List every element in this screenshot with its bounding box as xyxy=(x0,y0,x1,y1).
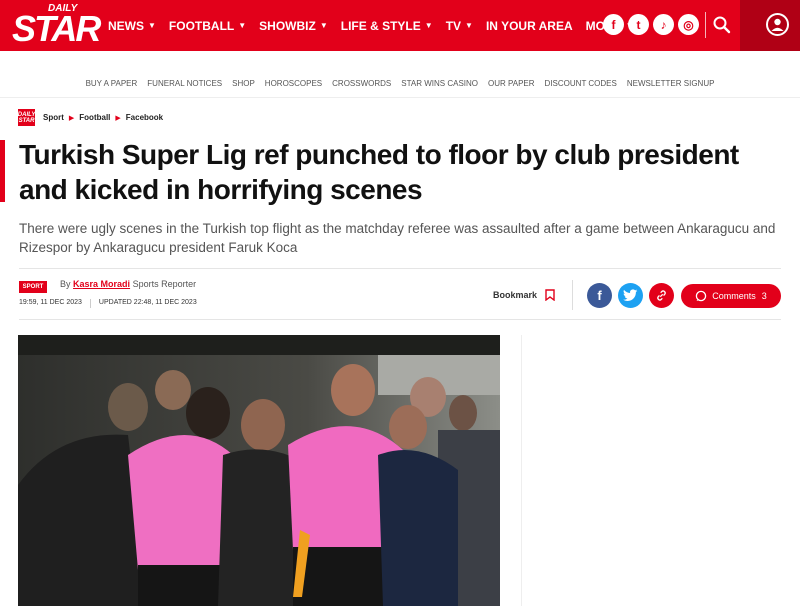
subnav-newsletter-signup[interactable]: NEWSLETTER SIGNUP xyxy=(627,79,715,88)
daily-star-logo[interactable]: DAILY STAR xyxy=(10,3,101,49)
bookmark-button[interactable]: Bookmark xyxy=(493,289,555,301)
tiktok-icon[interactable]: ♪ xyxy=(653,14,674,35)
subnav-horoscopes[interactable]: HOROSCOPES xyxy=(265,79,322,88)
byline-prefix: By xyxy=(60,279,71,289)
article-headline: Turkish Super Lig ref punched to floor b… xyxy=(19,139,739,205)
published-time: 19:59, 11 DEC 2023 xyxy=(19,299,82,306)
sport-badge: SPORT xyxy=(19,281,47,293)
nav-item-in-your-area[interactable]: IN YOUR AREA xyxy=(486,19,573,33)
twitter-icon xyxy=(623,289,638,301)
logo-star-text: STAR xyxy=(12,8,101,49)
updated-time: UPDATED 22:48, 11 DEC 2023 xyxy=(98,299,197,306)
twitter-icon[interactable]: t xyxy=(628,14,649,35)
subnav-buy-a-paper[interactable]: BUY A PAPER xyxy=(86,79,138,88)
facebook-icon[interactable]: f xyxy=(603,14,624,35)
nav-item-tv[interactable]: TV ▼ xyxy=(446,19,473,33)
comments-count: 3 xyxy=(761,291,767,301)
copy-link-button[interactable] xyxy=(649,283,674,308)
match-scene-illustration xyxy=(18,335,500,606)
search-icon[interactable] xyxy=(712,15,732,35)
author-link[interactable]: Kasra Moradi xyxy=(73,279,130,289)
chevron-right-icon: ▶ xyxy=(68,114,75,122)
nav-item-football[interactable]: FOOTBALL ▼ xyxy=(169,19,246,33)
nav-item-news[interactable]: NEWS ▼ xyxy=(108,19,156,33)
chevron-down-icon: ▼ xyxy=(424,21,433,30)
byline: By Kasra Moradi Sports Reporter xyxy=(60,279,196,289)
comments-label: Comments xyxy=(712,291,756,301)
subnav-star-wins-casino[interactable]: STAR WINS CASINO xyxy=(401,79,478,88)
share-facebook-button[interactable]: f xyxy=(587,283,612,308)
facebook-icon: f xyxy=(597,288,602,303)
subnav-divider xyxy=(0,97,800,98)
nav-item-life-style[interactable]: LIFE & STYLE ▼ xyxy=(341,19,433,33)
main-menu: NEWS ▼ FOOTBALL ▼ SHOWBIZ ▼ LIFE & STYLE ▼ T… xyxy=(108,0,647,51)
comments-button[interactable]: Comments 3 xyxy=(681,284,781,308)
user-account-icon[interactable] xyxy=(766,13,789,36)
breadcrumb: DAILY STAR Sport ▶ Football ▶ Facebook xyxy=(18,109,163,126)
chevron-down-icon: ▼ xyxy=(238,21,247,30)
sidebar-divider xyxy=(521,335,522,606)
social-links: f t ♪ ◎ xyxy=(603,14,703,35)
subnav-our-paper[interactable]: OUR PAPER xyxy=(488,79,535,88)
action-divider xyxy=(572,280,573,310)
chevron-down-icon: ▼ xyxy=(319,21,328,30)
article-dates: 19:59, 11 DEC 2023 UPDATED 22:48, 11 DEC… xyxy=(19,299,197,308)
chevron-down-icon: ▼ xyxy=(465,21,473,30)
breadcrumb-facebook[interactable]: Facebook xyxy=(126,113,163,122)
headline-accent-bar xyxy=(0,140,5,202)
top-navigation: DAILY STAR NEWS ▼ FOOTBALL ▼ SHOWBIZ ▼ LIFE… xyxy=(0,0,800,51)
link-icon xyxy=(657,290,666,301)
article-hero-image[interactable] xyxy=(18,335,500,606)
divider xyxy=(19,319,781,320)
subnav-funeral-notices[interactable]: FUNERAL NOTICES xyxy=(147,79,222,88)
author-role: Sports Reporter xyxy=(132,279,197,289)
bookmark-label: Bookmark xyxy=(493,290,538,300)
bookmark-icon xyxy=(545,289,555,301)
comment-bubble-icon xyxy=(695,290,707,302)
subnav-crosswords[interactable]: CROSSWORDS xyxy=(332,79,391,88)
chevron-down-icon: ▼ xyxy=(148,21,156,30)
breadcrumb-football[interactable]: Football xyxy=(79,113,110,122)
instagram-icon[interactable]: ◎ xyxy=(678,14,699,35)
divider xyxy=(19,268,781,269)
subnav-discount-codes[interactable]: DISCOUNT CODES xyxy=(545,79,617,88)
date-separator xyxy=(89,299,91,308)
nav-item-showbiz[interactable]: SHOWBIZ ▼ xyxy=(259,19,328,33)
breadcrumb-sport[interactable]: Sport xyxy=(43,113,64,122)
subnav-shop[interactable]: SHOP xyxy=(232,79,255,88)
secondary-navigation: BUY A PAPER FUNERAL NOTICES SHOP HOROSCO… xyxy=(0,72,800,94)
share-twitter-button[interactable] xyxy=(618,283,643,308)
nav-divider xyxy=(705,12,706,38)
chevron-right-icon: ▶ xyxy=(115,114,121,122)
article-standfirst: There were ugly scenes in the Turkish to… xyxy=(19,221,776,255)
breadcrumb-logo[interactable]: DAILY STAR xyxy=(18,109,35,126)
